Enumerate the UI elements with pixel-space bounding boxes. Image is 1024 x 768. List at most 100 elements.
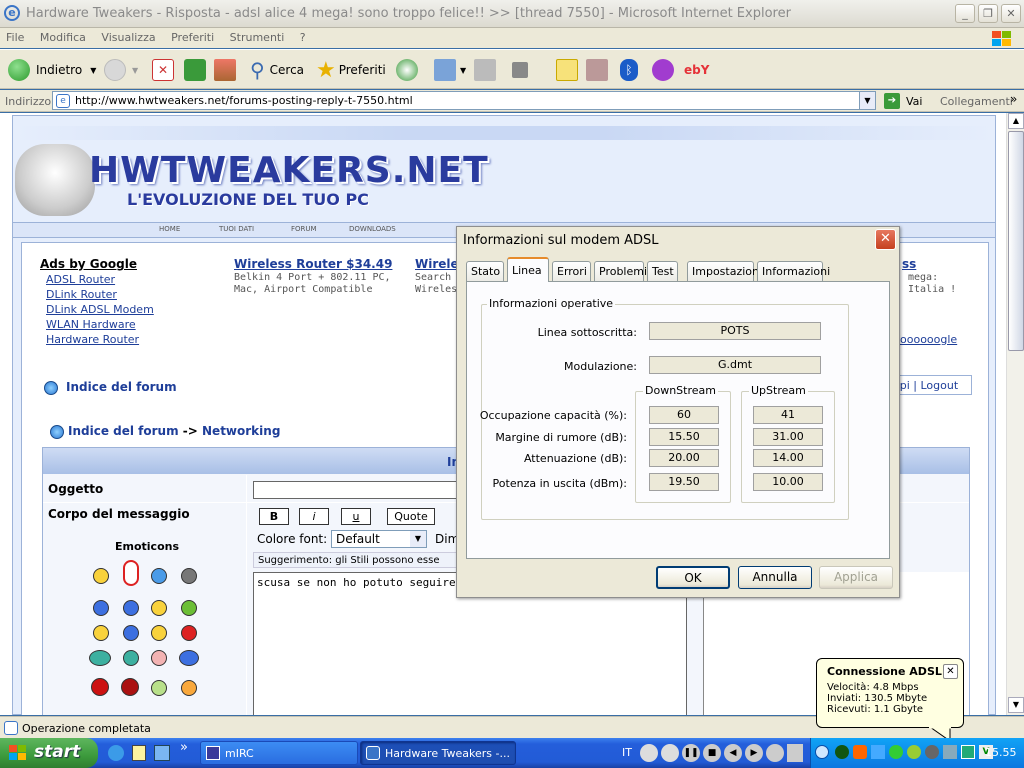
- menu-modifica[interactable]: Modifica: [34, 28, 92, 47]
- ad-link-adsl-router[interactable]: ADSL Router: [46, 273, 115, 286]
- apply-button[interactable]: Applica: [819, 566, 893, 589]
- ok-button[interactable]: OK: [656, 566, 730, 589]
- ads-google-link[interactable]: oooooogle: [900, 333, 957, 346]
- menu-preferiti[interactable]: Preferiti: [165, 28, 220, 47]
- edit-button[interactable]: [512, 56, 528, 84]
- nav-tuoi-dati[interactable]: TUOI DATI: [219, 225, 254, 233]
- subject-input[interactable]: [253, 481, 463, 499]
- font-color-select[interactable]: Default ▼: [331, 530, 427, 548]
- language-indicator[interactable]: IT: [622, 746, 632, 759]
- nav-home[interactable]: HOME: [159, 225, 180, 233]
- emoticon-gray[interactable]: [181, 568, 197, 584]
- messenger-button[interactable]: [652, 56, 674, 84]
- home-button[interactable]: [214, 56, 236, 84]
- research-button[interactable]: [586, 56, 608, 84]
- emoticon-smile[interactable]: [151, 625, 167, 641]
- forward-button[interactable]: ▼: [104, 56, 138, 84]
- next-icon[interactable]: ▶: [745, 744, 763, 762]
- menu-visualizza[interactable]: Visualizza: [95, 28, 161, 47]
- nav-forum[interactable]: FORUM: [291, 225, 317, 233]
- ad-link-dlink-router[interactable]: DLink Router: [46, 288, 117, 301]
- tray-app6-icon[interactable]: [925, 745, 939, 759]
- start-button[interactable]: start: [0, 738, 98, 768]
- ad-wireless-title[interactable]: Wirele: [415, 257, 459, 271]
- maximize-button[interactable]: ❐: [978, 4, 998, 23]
- pause-icon[interactable]: ❚❚: [682, 744, 700, 762]
- emoticon-grin[interactable]: [93, 568, 109, 584]
- volume-icon[interactable]: [766, 744, 784, 762]
- history-button[interactable]: [396, 56, 418, 84]
- favorites-button[interactable]: ★ Preferiti: [316, 56, 386, 84]
- stop-button[interactable]: ✕: [152, 56, 174, 84]
- bold-button[interactable]: B: [259, 508, 289, 525]
- emoticon-cool[interactable]: [123, 625, 139, 641]
- ie-quicklaunch-icon[interactable]: [108, 745, 124, 761]
- taskbar-mirc[interactable]: mIRC: [200, 741, 358, 765]
- scroll-up-icon[interactable]: ▲: [1008, 113, 1024, 129]
- close-window-button[interactable]: ✕: [1001, 4, 1021, 23]
- dialog-close-button[interactable]: ✕: [875, 229, 896, 250]
- quote-button[interactable]: Quote: [387, 508, 435, 525]
- tray-app1-icon[interactable]: [835, 745, 849, 759]
- page-scrollbar[interactable]: ▲ ▼: [1006, 113, 1024, 715]
- clock[interactable]: 15.55: [985, 746, 1017, 759]
- tray-app2-icon[interactable]: [853, 745, 867, 759]
- media-restore-icon[interactable]: [787, 744, 803, 762]
- ebay-button[interactable]: ebY: [684, 56, 709, 84]
- stop-media-icon[interactable]: ■: [703, 744, 721, 762]
- scroll-down-icon[interactable]: ▼: [1008, 697, 1024, 713]
- refresh-button[interactable]: [184, 56, 206, 84]
- tab-stato[interactable]: Stato: [466, 261, 504, 281]
- address-dropdown-icon[interactable]: ▼: [859, 92, 875, 109]
- emoticon-blue[interactable]: [151, 568, 167, 584]
- menu-file[interactable]: File: [0, 28, 30, 47]
- balloon-close-button[interactable]: ✕: [943, 664, 958, 679]
- emoticon-teal[interactable]: [89, 650, 111, 666]
- emoticon-wink[interactable]: [181, 680, 197, 696]
- menu-strumenti[interactable]: Strumenti: [224, 28, 291, 47]
- ad-link-hardware-router[interactable]: Hardware Router: [46, 333, 139, 346]
- nav-downloads[interactable]: DOWNLOADS: [349, 225, 396, 233]
- tab-errori[interactable]: Errori: [552, 261, 591, 281]
- print-button[interactable]: [474, 56, 496, 84]
- italic-button[interactable]: i: [299, 508, 329, 525]
- tab-linea[interactable]: Linea: [507, 257, 549, 282]
- bluetooth-button[interactable]: ᛒ: [620, 56, 638, 84]
- emoticon-pink[interactable]: [151, 650, 167, 666]
- taskbar-ie[interactable]: Hardware Tweakers -...: [360, 741, 516, 765]
- scroll-thumb[interactable]: [1008, 131, 1024, 351]
- emoticon-capsule[interactable]: [123, 560, 139, 586]
- breadcrumb-networking[interactable]: Networking: [202, 424, 280, 438]
- chevron-right-icon[interactable]: »: [180, 740, 188, 755]
- tab-impostazioni[interactable]: Impostazioni: [687, 261, 762, 281]
- emoticon-surprised[interactable]: [151, 600, 167, 616]
- emoticon-crying[interactable]: [179, 650, 199, 666]
- emoticon-teal-smile[interactable]: [123, 650, 139, 666]
- tray-app5-icon[interactable]: [907, 745, 921, 759]
- previous-icon[interactable]: ◀: [724, 744, 742, 762]
- tray-user-icon[interactable]: [943, 745, 957, 759]
- minimize-button[interactable]: _: [955, 4, 975, 23]
- chevron-right-icon[interactable]: »: [1010, 92, 1017, 106]
- underline-button[interactable]: u: [341, 508, 371, 525]
- cancel-button[interactable]: Annulla: [738, 566, 812, 589]
- tray-app3-icon[interactable]: [871, 745, 885, 759]
- links-label[interactable]: Collegamenti: [940, 95, 1013, 108]
- emoticon-blue-angry[interactable]: [93, 600, 109, 616]
- emoticon-mad[interactable]: [181, 625, 197, 641]
- notepad-quicklaunch-icon[interactable]: [132, 745, 146, 761]
- back-button[interactable]: Indietro ▼: [8, 56, 96, 84]
- emoticon-green[interactable]: [181, 600, 197, 616]
- emoticon-devil-grin[interactable]: [121, 678, 139, 696]
- media-logo-icon[interactable]: [640, 744, 658, 762]
- tab-problemi[interactable]: Problemi: [594, 261, 647, 281]
- emoticon-sick[interactable]: [151, 680, 167, 696]
- tray-expand-icon[interactable]: [815, 745, 829, 759]
- mail-button[interactable]: ▼: [434, 56, 466, 84]
- menu-help[interactable]: ?: [294, 28, 312, 47]
- app-quicklaunch-icon[interactable]: [154, 745, 170, 761]
- address-input[interactable]: e http://www.hwtweakers.net/forums-posti…: [52, 91, 876, 110]
- tray-app4-icon[interactable]: [889, 745, 903, 759]
- media-app-icon[interactable]: [661, 744, 679, 762]
- ad-link-dlink-modem[interactable]: DLink ADSL Modem: [46, 303, 154, 316]
